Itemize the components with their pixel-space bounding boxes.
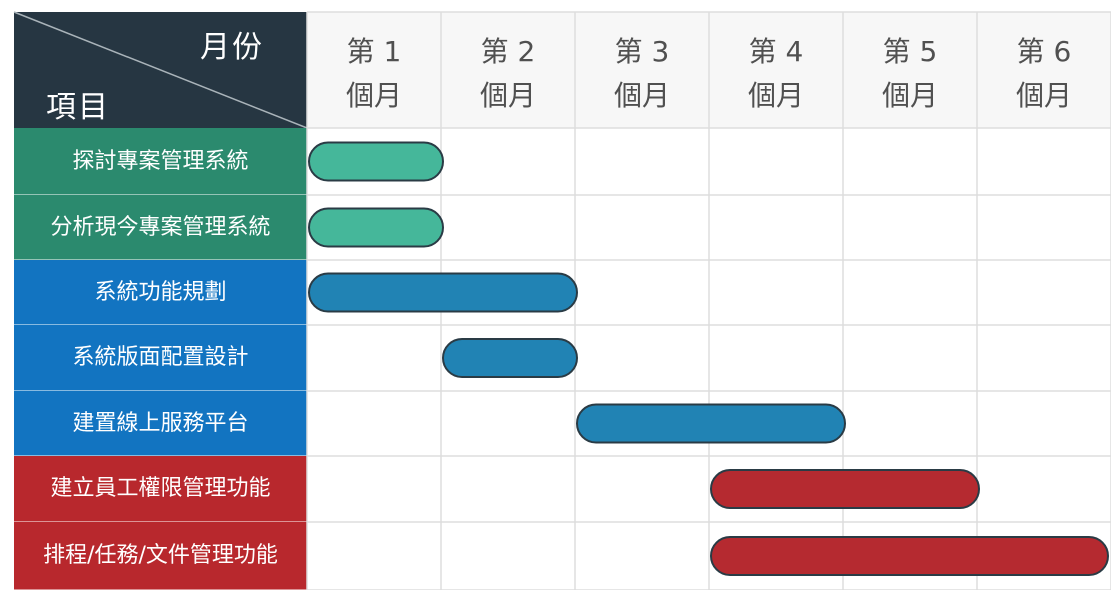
task-label: 分析現今專案管理系統: [50, 215, 271, 240]
corner-month-label: 月份: [200, 30, 264, 65]
month-header-top: 第 3: [614, 35, 670, 68]
month-header-bottom: 個月: [613, 79, 670, 112]
gantt-bar: [710, 536, 1109, 576]
month-header-bottom: 個月: [881, 79, 938, 112]
gantt-bar: [308, 141, 444, 182]
month-header-label: 第 2 個月: [441, 30, 575, 120]
month-header-label: 第 3 個月: [575, 30, 709, 120]
month-header-bottom: 個月: [345, 79, 402, 112]
month-header-top: 第 6: [1016, 35, 1072, 68]
month-header-label: 第 6 個月: [977, 30, 1111, 120]
gantt-bar: [442, 338, 578, 378]
task-label: 排程/任務/文件管理功能: [43, 543, 278, 568]
month-header-bottom: 個月: [1015, 79, 1072, 112]
gantt-bar: [308, 207, 444, 248]
task-label: 系統功能規劃: [94, 280, 227, 305]
task-label: 建立員工權限管理功能: [50, 476, 271, 501]
month-header-top: 第 2: [480, 35, 536, 68]
gantt-bar: [576, 403, 846, 444]
month-header-top: 第 4: [748, 35, 804, 68]
month-header-label: 第 4 個月: [709, 30, 843, 120]
gantt-chart: 月份 項目 第 1 個月 第 2 個月 第 3 個月 第 4 個月 第 5 個月 第 6 個月 探討專…: [0, 0, 1111, 590]
month-header-label: 第 1 個月: [307, 30, 441, 120]
gantt-bar: [710, 469, 980, 509]
month-header-label: 第 5 個月: [843, 30, 977, 120]
month-header-top: 第 1: [346, 35, 402, 68]
month-header-bottom: 個月: [747, 79, 804, 112]
task-label: 探討專案管理系統: [72, 149, 249, 174]
month-header-top: 第 5: [882, 35, 938, 68]
task-label: 系統版面配置設計: [72, 345, 249, 370]
task-label: 建置線上服務平台: [72, 411, 249, 436]
corner-item-label: 項目: [46, 90, 110, 125]
gantt-bar: [308, 272, 578, 313]
month-header-bottom: 個月: [479, 79, 536, 112]
